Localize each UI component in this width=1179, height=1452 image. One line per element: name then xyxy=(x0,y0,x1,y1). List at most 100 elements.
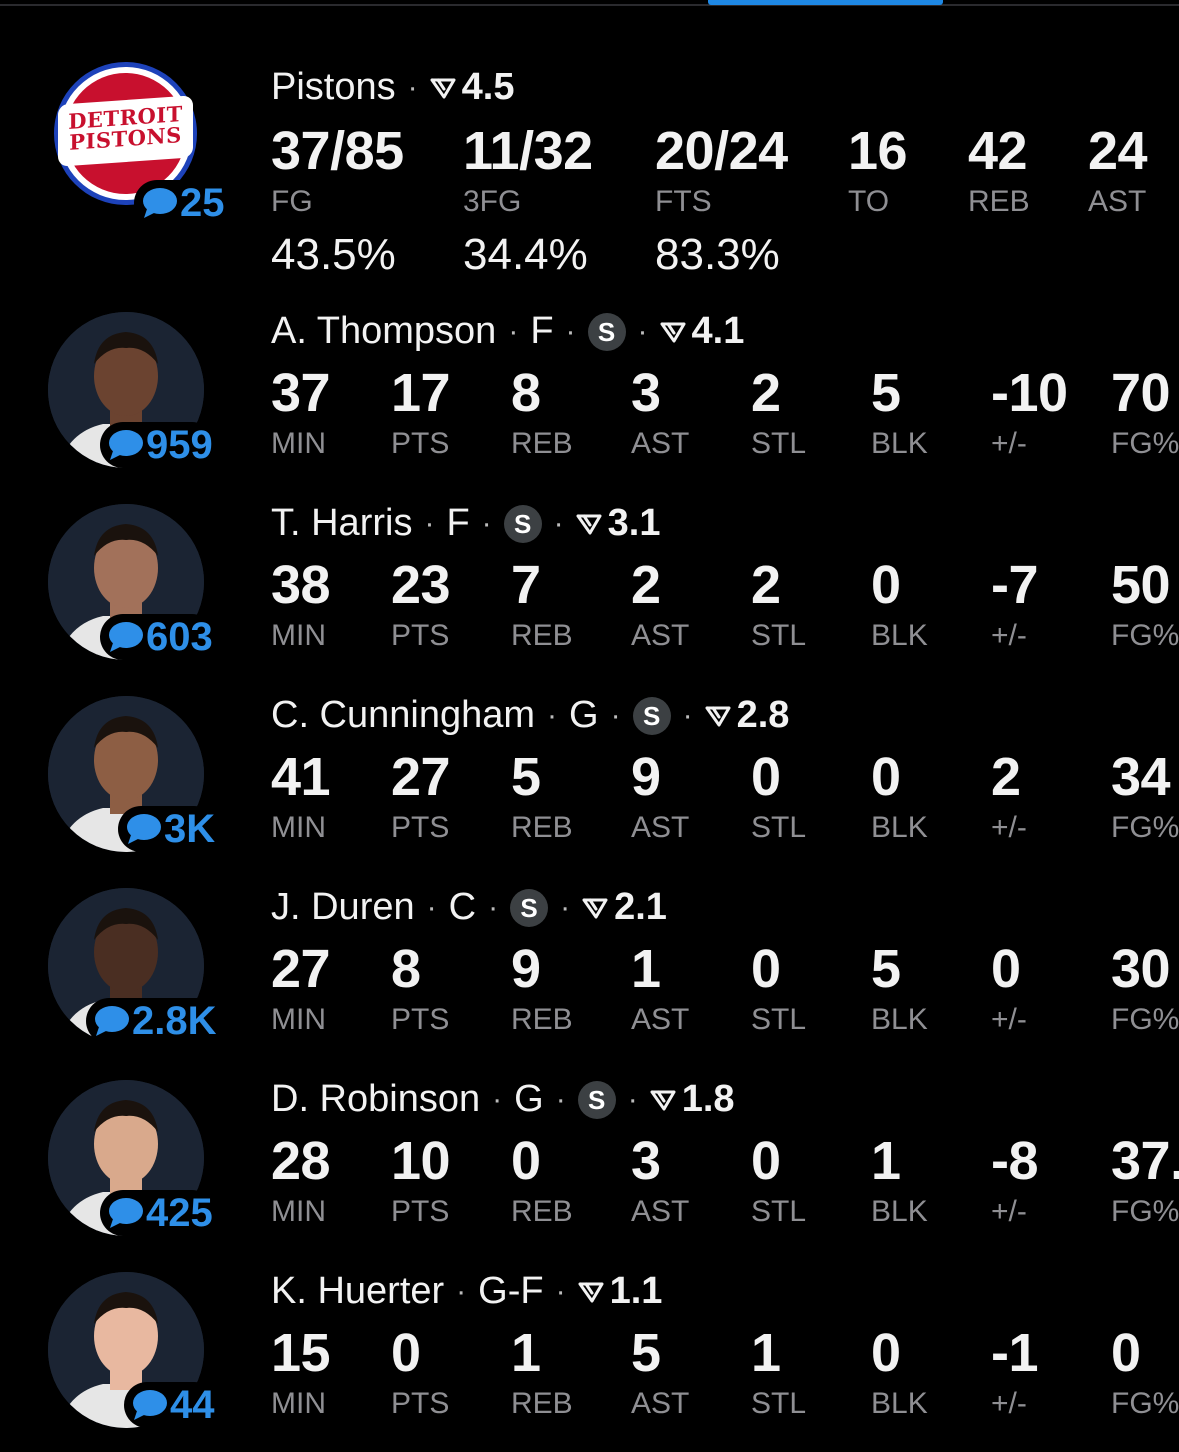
player-comment-count[interactable]: 959 xyxy=(100,422,215,468)
team-stat-fts: 20/24 FTS xyxy=(655,121,788,218)
player-stat-blk: 0 BLK xyxy=(871,747,928,844)
player-stat-fg: 70 FG% xyxy=(1111,363,1179,460)
player-name: C. Cunningham xyxy=(271,694,536,736)
player-name: K. Huerter xyxy=(271,1270,445,1312)
player-rating: 3.1 xyxy=(576,502,661,545)
rating-icon xyxy=(582,898,608,918)
comment-bubble-icon xyxy=(127,814,161,844)
rating-icon xyxy=(660,322,686,342)
team-stat-to: 16 TO xyxy=(848,121,908,218)
team-stat-3fg: 11/32 3FG xyxy=(463,121,593,218)
team-name: Pistons xyxy=(271,66,396,108)
player-stat-ast: 9 AST xyxy=(631,747,690,844)
comment-bubble-icon xyxy=(143,188,177,218)
player-comment-count[interactable]: 2.8K xyxy=(86,998,219,1044)
player-comment-count[interactable]: 603 xyxy=(100,614,215,660)
player-comment-count[interactable]: 44 xyxy=(124,1382,217,1428)
team-stat-ast: 24 AST xyxy=(1088,121,1148,218)
player-stat-reb: 8 REB xyxy=(511,363,573,460)
player-row[interactable]: 44 K. Huerter · G-F · 1.1 15 MIN 0 PTS 1… xyxy=(0,1260,1179,1452)
player-stat-stl: 0 STL xyxy=(751,747,807,844)
comment-bubble-icon xyxy=(109,1198,143,1228)
player-stat-plusminus: -8 +/- xyxy=(991,1131,1039,1228)
player-stat-pts: 27 PTS xyxy=(391,747,451,844)
player-stat-fg: 34 FG% xyxy=(1111,747,1179,844)
player-title: K. Huerter · G-F · 1.1 xyxy=(271,1270,663,1313)
team-summary[interactable]: DETROIT PISTONS 25 Pistons · 4.5 37/85 FG… xyxy=(0,0,1179,290)
player-stat-pts: 23 PTS xyxy=(391,555,451,652)
player-stat-reb: 5 REB xyxy=(511,747,573,844)
player-stat-pts: 10 PTS xyxy=(391,1131,451,1228)
player-row[interactable]: 603 T. Harris · F · S · 3.1 38 MIN 23 PTS… xyxy=(0,492,1179,684)
player-stat-min: 28 MIN xyxy=(271,1131,331,1228)
team-title: Pistons · 4.5 xyxy=(271,66,515,109)
starter-badge: S xyxy=(503,504,542,543)
player-stat-min: 27 MIN xyxy=(271,939,331,1036)
team-stat-fg: 37/85 FG xyxy=(271,121,404,218)
player-stat-pts: 17 PTS xyxy=(391,363,451,460)
rating-icon xyxy=(650,1090,676,1110)
starter-badge: S xyxy=(587,312,626,351)
starter-badge: S xyxy=(577,1080,616,1119)
starter-badge: S xyxy=(632,696,671,735)
player-stat-pts: 0 PTS xyxy=(391,1323,450,1420)
player-stat-ast: 1 AST xyxy=(631,939,690,1036)
rating-icon xyxy=(576,514,602,534)
player-stat-fg: 37. FG% xyxy=(1111,1131,1179,1228)
player-stat-stl: 0 STL xyxy=(751,1131,807,1228)
player-stat-plusminus: -10 +/- xyxy=(991,363,1068,460)
team-rating: 4.5 xyxy=(430,66,514,109)
player-name: T. Harris xyxy=(271,502,413,544)
player-stat-min: 37 MIN xyxy=(271,363,331,460)
rating-icon xyxy=(430,78,456,98)
player-title: A. Thompson · F · S · 4.1 xyxy=(271,310,745,353)
rating-icon xyxy=(705,706,731,726)
player-stat-reb: 0 REB xyxy=(511,1131,573,1228)
player-comment-count[interactable]: 425 xyxy=(100,1190,215,1236)
player-title: T. Harris · F · S · 3.1 xyxy=(271,502,661,545)
player-stat-stl: 1 STL xyxy=(751,1323,807,1420)
player-stat-fg: 0 FG% xyxy=(1111,1323,1179,1420)
player-stat-plusminus: -7 +/- xyxy=(991,555,1039,652)
player-stat-ast: 3 AST xyxy=(631,363,690,460)
player-stat-ast: 5 AST xyxy=(631,1323,690,1420)
player-stat-pts: 8 PTS xyxy=(391,939,450,1036)
player-rating: 2.8 xyxy=(705,694,789,737)
player-stat-blk: 0 BLK xyxy=(871,555,928,652)
player-title: C. Cunningham · G · S · 2.8 xyxy=(271,694,790,737)
player-row[interactable]: 959 A. Thompson · F · S · 4.1 37 MIN 17 P… xyxy=(0,300,1179,492)
team-comment-count[interactable]: 25 xyxy=(134,180,227,226)
player-stat-stl: 2 STL xyxy=(751,363,807,460)
player-stat-fg: 30 FG% xyxy=(1111,939,1179,1036)
player-stat-reb: 9 REB xyxy=(511,939,573,1036)
player-position: G xyxy=(514,1078,544,1120)
player-stat-min: 38 MIN xyxy=(271,555,331,652)
player-name: A. Thompson xyxy=(271,310,497,352)
player-row[interactable]: 425 D. Robinson · G · S · 1.8 28 MIN 10 P… xyxy=(0,1068,1179,1260)
player-stat-plusminus: 2 +/- xyxy=(991,747,1027,844)
player-stat-fg: 50 FG% xyxy=(1111,555,1179,652)
player-name: D. Robinson xyxy=(271,1078,481,1120)
player-row[interactable]: 2.8K J. Duren · C · S · 2.1 27 MIN 8 PTS … xyxy=(0,876,1179,1068)
player-stat-blk: 0 BLK xyxy=(871,1323,928,1420)
player-name: J. Duren xyxy=(271,886,415,928)
player-rating: 1.8 xyxy=(650,1078,735,1121)
comment-bubble-icon xyxy=(95,1006,129,1036)
player-stat-blk: 5 BLK xyxy=(871,939,928,1036)
player-stat-blk: 5 BLK xyxy=(871,363,928,460)
player-position: F xyxy=(446,502,470,544)
player-stat-blk: 1 BLK xyxy=(871,1131,928,1228)
player-comment-count[interactable]: 3K xyxy=(118,806,218,852)
comment-bubble-icon xyxy=(109,622,143,652)
player-rating: 2.1 xyxy=(582,886,667,929)
player-stat-ast: 3 AST xyxy=(631,1131,690,1228)
player-row[interactable]: 3K C. Cunningham · G · S · 2.8 41 MIN 27 … xyxy=(0,684,1179,876)
player-stat-plusminus: 0 +/- xyxy=(991,939,1027,1036)
player-rating: 1.1 xyxy=(578,1270,662,1313)
team-pct-3fg: 34.4% xyxy=(463,230,588,279)
comment-bubble-icon xyxy=(133,1390,167,1420)
player-position: G-F xyxy=(478,1270,544,1312)
starter-badge: S xyxy=(510,888,549,927)
team-pct-fg: 43.5% xyxy=(271,230,396,279)
player-rating: 4.1 xyxy=(660,310,744,353)
